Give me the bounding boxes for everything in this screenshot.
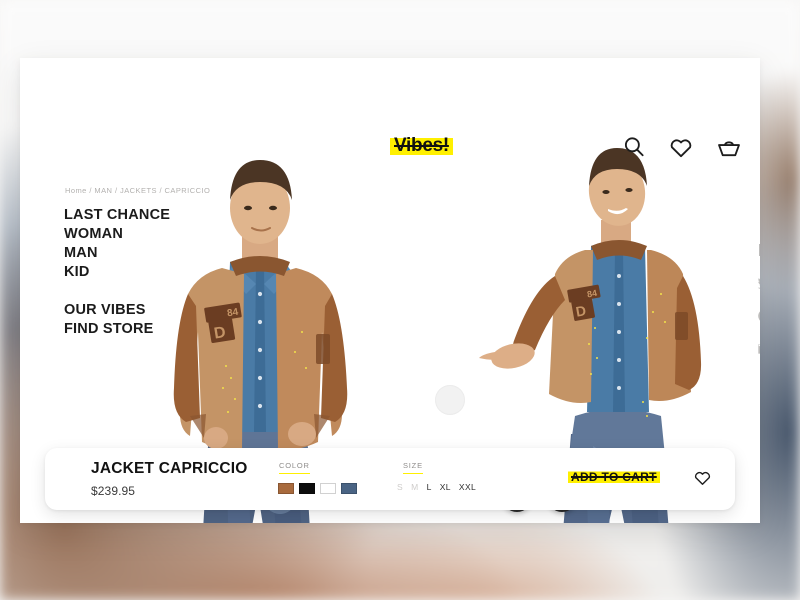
size-options: S M L XL XXL (397, 482, 476, 492)
product-title: JACKET CAPRICCIO (91, 460, 248, 477)
size-option-s[interactable]: S (397, 482, 403, 492)
site-logo[interactable]: Vibes! (390, 134, 453, 158)
size-option-xl[interactable]: XL (440, 482, 451, 492)
nav-item-find-store[interactable]: FIND STORE (64, 320, 154, 339)
size-option-xxl[interactable]: XXL (459, 482, 476, 492)
color-swatch-blue[interactable] (341, 483, 357, 494)
add-to-cart-button[interactable]: ADD TO CART (568, 469, 660, 485)
heart-icon[interactable] (668, 134, 694, 160)
wishlist-heart-icon[interactable] (693, 468, 712, 487)
nav-secondary: OUR VIBES FIND STORE (64, 301, 154, 339)
basket-icon[interactable] (716, 134, 742, 160)
search-icon[interactable] (621, 134, 647, 160)
email-icon[interactable] (757, 341, 760, 357)
nav-primary: LAST CHANCE WOMAN MAN KID (64, 206, 170, 282)
nav-item-woman[interactable]: WOMAN (64, 225, 170, 244)
product-price: $239.95 (91, 484, 136, 498)
size-option-m[interactable]: M (411, 482, 418, 492)
color-swatch-tan[interactable] (278, 483, 294, 494)
color-swatch-black[interactable] (299, 483, 315, 494)
size-option-l[interactable]: L (427, 482, 432, 492)
social-rail (757, 242, 760, 357)
svg-text:84: 84 (586, 288, 598, 300)
nav-item-our-vibes[interactable]: OUR VIBES (64, 301, 154, 320)
nav-item-man[interactable]: MAN (64, 244, 170, 263)
color-label: COLOR (279, 461, 310, 474)
product-info-bar: JACKET CAPRICCIO $239.95 COLOR SIZE S M … (45, 448, 735, 510)
color-swatch-white[interactable] (320, 483, 336, 494)
pinterest-icon[interactable] (757, 308, 760, 324)
nav-item-kid[interactable]: KID (64, 263, 170, 282)
facebook-icon[interactable] (757, 242, 760, 258)
twitter-icon[interactable] (757, 275, 760, 291)
nav-item-last-chance[interactable]: LAST CHANCE (64, 206, 170, 225)
color-swatches (278, 483, 357, 494)
breadcrumb[interactable]: Home / MAN / JACKETS / CAPRICCIO (65, 186, 210, 195)
svg-text:84: 84 (226, 307, 239, 320)
size-label: SIZE (403, 461, 423, 474)
loading-indicator (435, 385, 465, 415)
